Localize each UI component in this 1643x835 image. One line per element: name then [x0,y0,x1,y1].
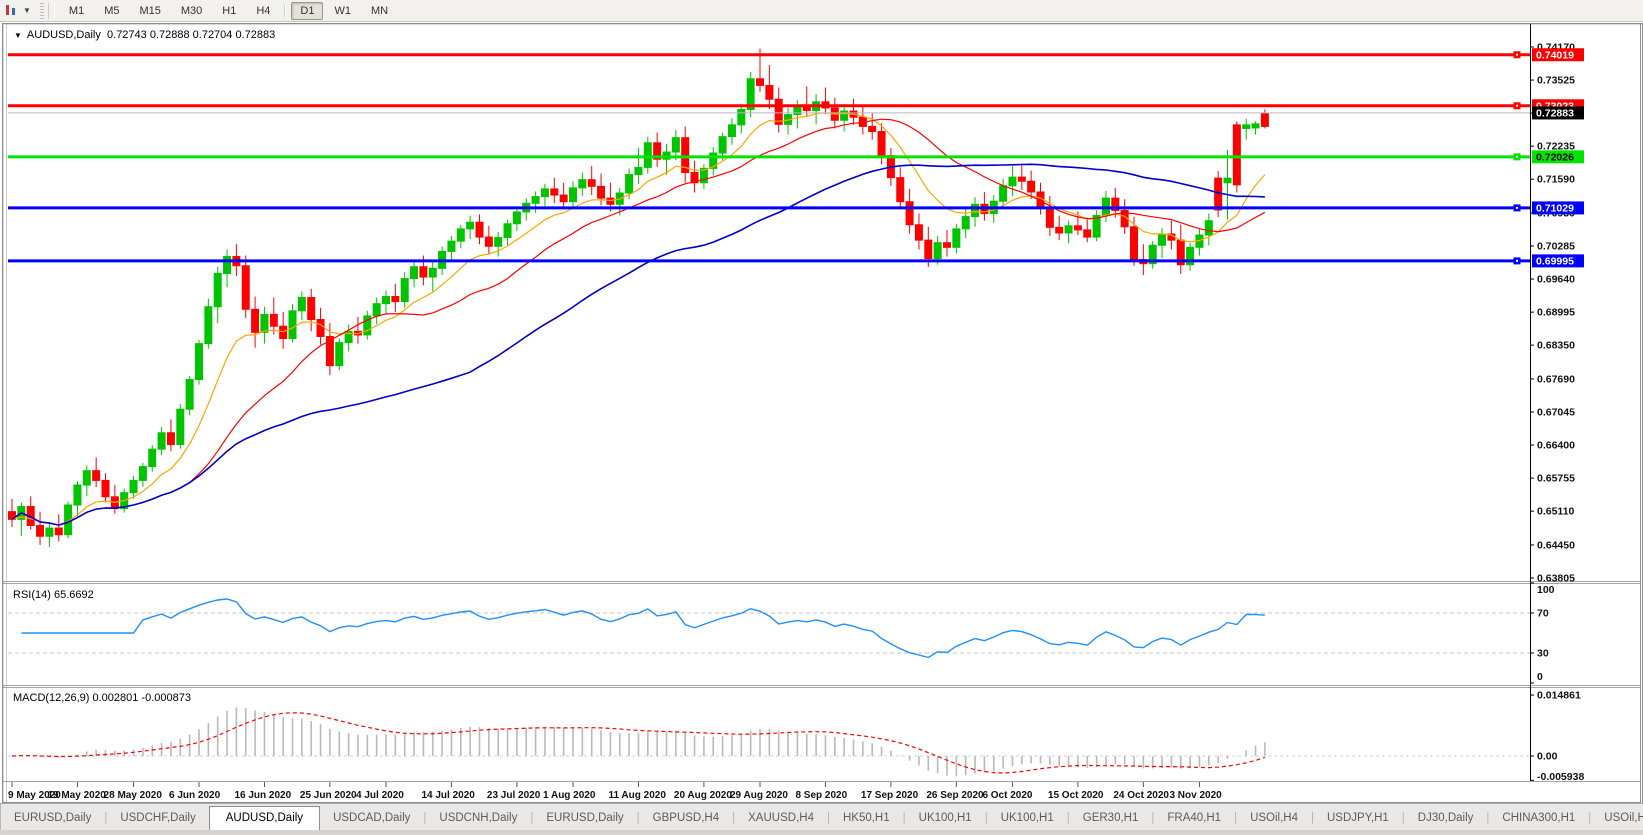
tab-usdjpy-h1[interactable]: USDJPY,H1 [1314,807,1402,830]
chart-title-symbol: AUDUSD,Daily [27,29,101,41]
price-tick-label: 0.70285 [1537,241,1575,253]
tab-xauusd-h4[interactable]: XAUUSD,H4 [735,807,827,830]
tab-audusd-daily[interactable]: AUDUSD,Daily [209,806,320,831]
macd-level-label: 0.00 [1537,751,1558,763]
time-axis[interactable]: 9 May 202019 May 202028 May 20206 Jun 20… [8,782,1222,801]
date-label: 25 Jun 2020 [300,790,357,801]
date-label: 17 Sep 2020 [861,790,919,801]
tab-dj30-daily[interactable]: DJ30,Daily [1405,807,1487,830]
date-label: 15 Oct 2020 [1048,790,1104,801]
price-tick-label: 0.63805 [1537,572,1575,584]
date-label: 16 Jun 2020 [234,790,291,801]
rsi-level-label: 70 [1537,608,1549,620]
price-tick-label: 0.64450 [1537,539,1575,551]
macd-level-label: 0.014861 [1537,690,1581,702]
rsi-level-label: 30 [1537,648,1549,660]
rsi-indicator-label: RSI(14) 65.6692 [13,589,94,601]
price-tick-label: 0.67690 [1537,373,1575,385]
price-chart-canvas[interactable]: 100703000.0148610.00-0.0059380.741700.73… [0,0,1643,803]
date-label: 8 Sep 2020 [795,790,847,801]
price-tick-label: 0.73525 [1537,75,1575,87]
tab-uk100-h1[interactable]: UK100,H1 [988,807,1067,830]
date-label: 6 Jun 2020 [169,790,221,801]
price-tick-label: 0.69640 [1537,274,1575,286]
date-label: 26 Sep 2020 [926,790,984,801]
price-tick-label: 0.66400 [1537,440,1575,452]
price-tick-label: 0.65110 [1537,506,1575,518]
date-label: 29 Aug 2020 [730,790,788,801]
date-label: 24 Oct 2020 [1113,790,1169,801]
date-label: 19 May 2020 [47,790,106,801]
date-label: 23 Jul 2020 [487,790,541,801]
trading-platform-window: ▼ M1M5M15M30H1H4D1W1MN ▼AUDUSD,Daily 0.7… [0,0,1643,835]
tab-uk100-h1[interactable]: UK100,H1 [906,807,985,830]
svg-text:0.71029: 0.71029 [1536,203,1574,215]
macd-panel[interactable]: 0.014861 0.00 -0.005938 [8,690,1584,783]
svg-text:0.69995: 0.69995 [1536,256,1574,268]
svg-text:0.72026: 0.72026 [1536,152,1574,164]
tab-usdcad-daily[interactable]: USDCAD,Daily [320,807,423,830]
tab-china300-h1[interactable]: CHINA300,H1 [1489,807,1588,830]
svg-text:0.72883: 0.72883 [1536,108,1574,120]
rsi-panel[interactable]: 100 70 30 0 [8,583,1555,683]
price-axis[interactable]: 0.741700.735250.728800.722350.715900.709… [1530,24,1584,781]
price-tick-label: 0.67045 [1537,407,1575,419]
svg-text:0.74019: 0.74019 [1536,50,1574,62]
candlesticks [9,49,1269,547]
date-label: 3 Nov 2020 [1169,790,1222,801]
tabs-holder: EURUSD,Daily|USDCHF,DailyAUDUSD,DailyUSD… [1,806,1643,831]
date-label: 11 Aug 2020 [608,790,666,801]
tab-hk50-h1[interactable]: HK50,H1 [830,807,903,830]
chart-title-ohlc: 0.72743 0.72888 0.72704 0.72883 [107,29,275,41]
price-tick-label: 0.68350 [1537,340,1575,352]
macd-level-label: -0.005938 [1537,771,1584,783]
chart-title: ▼ AUDUSD,Daily 0.72743 0.72888 0.72704 0.… [14,29,275,41]
rsi-level-label: 0 [1537,671,1543,683]
price-tick-label: 0.68995 [1537,307,1575,319]
date-label: 28 May 2020 [104,790,163,801]
date-label: 4 Jul 2020 [356,790,404,801]
tab-eurusd-daily[interactable]: EURUSD,Daily [1,807,104,830]
tab-ger30-h1[interactable]: GER30,H1 [1070,807,1152,830]
status-strip [0,830,1643,835]
date-label: 14 Jul 2020 [421,790,475,801]
tab-usoil-h4[interactable]: USOil,H4 [1237,807,1311,830]
symbol-dropdown-icon[interactable]: ▼ [14,31,22,40]
tab-usdchf-daily[interactable]: USDCHF,Daily [107,807,208,830]
macd-indicator-label: MACD(12,26,9) 0.002801 -0.000873 [13,692,191,704]
price-tick-label: 0.65755 [1537,473,1575,485]
rsi-line [21,599,1265,658]
tab-eurusd-daily[interactable]: EURUSD,Daily [533,807,636,830]
tab-usoil-h1[interactable]: USOil,H1 [1591,807,1643,830]
date-label: 6 Oct 2020 [982,790,1032,801]
date-label: 20 Aug 2020 [674,790,732,801]
symbol-tab-bar: EURUSD,Daily|USDCHF,DailyAUDUSD,DailyUSD… [0,803,1643,831]
tab-fra40-h1[interactable]: FRA40,H1 [1154,807,1234,830]
rsi-level-label: 100 [1537,584,1555,596]
tab-gbpusd-h4[interactable]: GBPUSD,H4 [640,807,732,830]
date-label: 1 Aug 2020 [543,790,596,801]
price-tick-label: 0.71590 [1537,174,1575,186]
tab-usdcnh-daily[interactable]: USDCNH,Daily [426,807,530,830]
main-price-panel[interactable] [8,49,1530,547]
